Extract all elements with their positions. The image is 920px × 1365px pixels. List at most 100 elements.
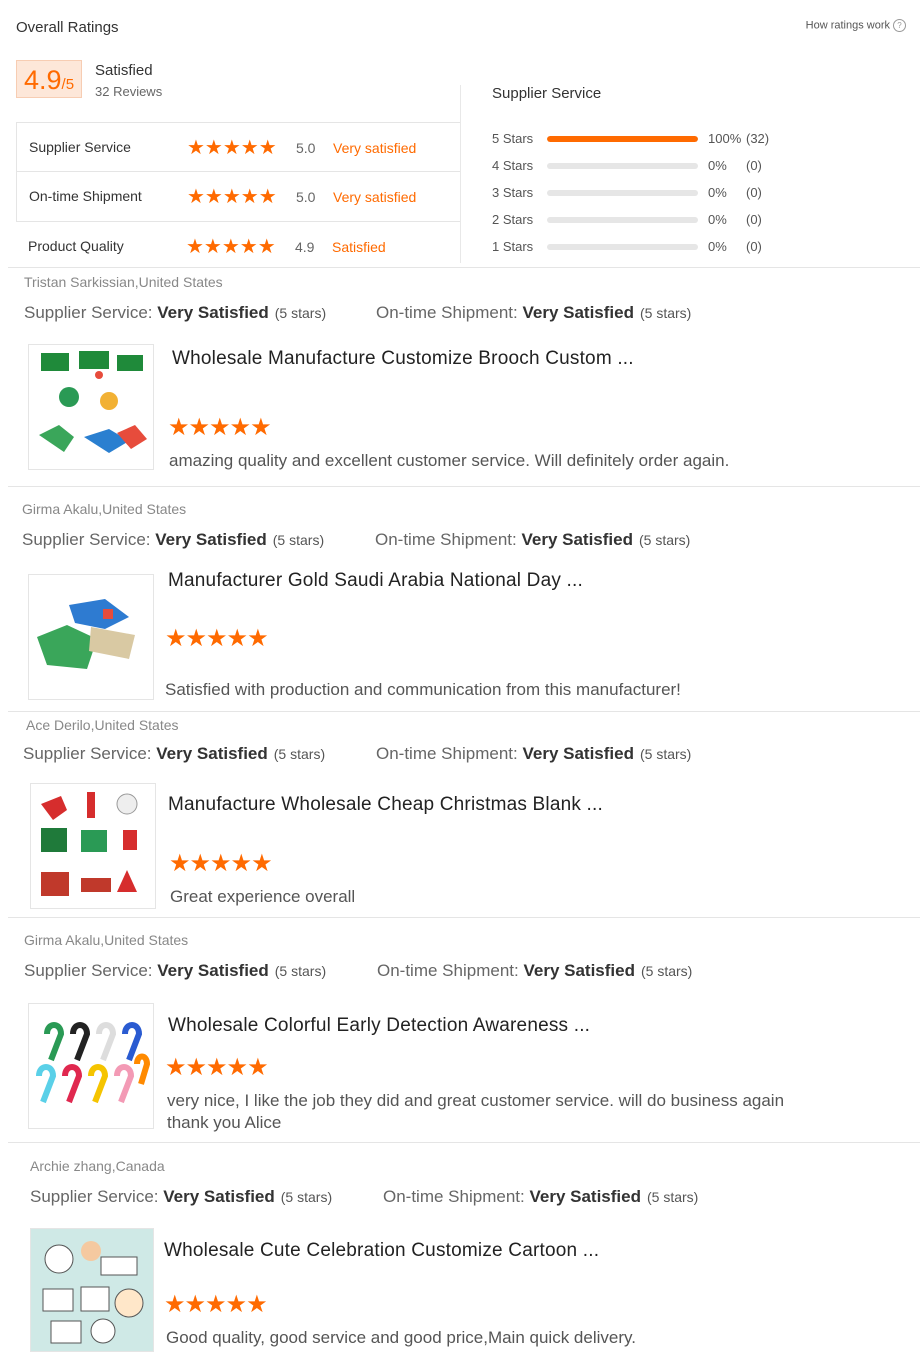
reviewer-name: Archie zhang,Canada: [30, 1158, 165, 1174]
rating-field-value: Very Satisfied: [163, 1187, 275, 1206]
distribution-row: 5 Stars 100% (32): [492, 129, 892, 149]
rating-field-stars: (5 stars): [273, 746, 326, 762]
on-time-shipment-rating: On-time Shipment: Very Satisfied (5 stars…: [377, 961, 692, 981]
star-level-label: 3 Stars: [492, 185, 534, 200]
category-ratings: Supplier Service ★★★★★ 5.0 Very satisfie…: [16, 122, 461, 272]
supplier-service-rating: Supplier Service: Very Satisfied (5 stars…: [30, 1187, 332, 1207]
how-ratings-work-link[interactable]: How ratings work?: [806, 19, 906, 32]
rating-score: 4.9: [295, 239, 315, 255]
divider: [460, 85, 461, 263]
product-thumbnail[interactable]: [28, 1003, 154, 1129]
star-rating: ★★★★★: [187, 137, 277, 159]
distribution-row: 2 Stars 0% (0): [492, 210, 892, 230]
rating-field-stars: (5 stars): [280, 1189, 333, 1205]
rating-score: 5.0: [296, 189, 316, 205]
star-rating: ★★★★★: [187, 186, 277, 208]
product-title-link[interactable]: Wholesale Cute Celebration Customize Car…: [164, 1240, 599, 1262]
product-title-link[interactable]: Manufacturer Gold Saudi Arabia National …: [168, 570, 583, 592]
reviewer-name: Girma Akalu,United States: [22, 501, 187, 517]
distribution-row: 4 Stars 0% (0): [492, 156, 892, 176]
star-level-label: 1 Stars: [492, 239, 534, 254]
rating-field-stars: (5 stars): [274, 963, 327, 979]
rating-field-stars: (5 stars): [638, 532, 691, 548]
rating-field-label: On-time Shipment:: [375, 530, 517, 549]
rating-field-value: Very Satisfied: [157, 961, 269, 980]
on-time-shipment-rating: On-time Shipment: Very Satisfied (5 stars…: [383, 1187, 698, 1207]
product-title-link[interactable]: Manufacture Wholesale Cheap Christmas Bl…: [168, 794, 603, 816]
on-time-shipment-rating: On-time Shipment: Very Satisfied (5 stars…: [376, 303, 691, 323]
product-title-link[interactable]: Wholesale Colorful Early Detection Aware…: [168, 1015, 590, 1037]
rating-field-stars: (5 stars): [639, 746, 692, 762]
review-star-rating: ★★★★★: [165, 1054, 269, 1081]
product-thumbnail[interactable]: [30, 783, 156, 909]
overall-score-badge: 4.9/5: [16, 60, 82, 98]
percent-label: 0%: [708, 212, 727, 227]
product-thumbnail[interactable]: [28, 344, 154, 470]
rating-score: 5.0: [296, 140, 316, 156]
rating-field-label: Supplier Service:: [22, 530, 151, 549]
rating-desc: Very satisfied: [333, 189, 417, 205]
overall-score: 4.9: [24, 65, 62, 95]
reviewer-name: Ace Derilo,United States: [26, 717, 179, 733]
review-divider: [8, 486, 920, 487]
supplier-service-rating: Supplier Service: Very Satisfied (5 stars…: [24, 961, 326, 981]
star-level-label: 2 Stars: [492, 212, 534, 227]
overall-satisfaction: Satisfied: [95, 62, 153, 79]
rating-field-value: Very Satisfied: [522, 303, 634, 322]
rating-field-stars: (5 stars): [272, 532, 325, 548]
progress-track: [547, 217, 698, 223]
count-label: (0): [746, 239, 762, 254]
percent-label: 0%: [708, 185, 727, 200]
rating-field-value: Very Satisfied: [155, 530, 267, 549]
product-thumbnail[interactable]: [30, 1228, 154, 1352]
on-time-shipment-rating: On-time Shipment: Very Satisfied (5 stars…: [375, 530, 690, 550]
review-divider: [8, 267, 920, 268]
reviewer-name: Tristan Sarkissian,United States: [24, 274, 223, 290]
rating-field-stars: (5 stars): [639, 305, 692, 321]
rating-label: Product Quality: [28, 238, 124, 254]
review-star-rating: ★★★★★: [165, 625, 269, 652]
rating-label: On-time Shipment: [29, 188, 142, 204]
rating-field-stars: (5 stars): [646, 1189, 699, 1205]
supplier-service-rating: Supplier Service: Very Satisfied (5 stars…: [23, 744, 325, 764]
review-star-rating: ★★★★★: [169, 850, 273, 877]
review-comment: Good quality, good service and good pric…: [166, 1328, 636, 1347]
distribution-row: 1 Stars 0% (0): [492, 237, 892, 257]
rating-field-value: Very Satisfied: [156, 744, 268, 763]
progress-fill: [547, 136, 698, 142]
overall-ratings-title: Overall Ratings: [16, 19, 119, 36]
progress-track: [547, 244, 698, 250]
rating-field-stars: (5 stars): [274, 305, 327, 321]
percent-label: 0%: [708, 239, 727, 254]
rating-label: Supplier Service: [29, 139, 131, 155]
rating-field-label: On-time Shipment:: [377, 961, 519, 980]
question-circle-icon: ?: [893, 19, 906, 32]
count-label: (0): [746, 158, 762, 173]
review-comment: Great experience overall: [170, 887, 356, 906]
rating-row-product-quality: Product Quality ★★★★★ 4.9 Satisfied: [16, 222, 461, 272]
review-divider: [8, 1142, 920, 1143]
progress-track: [547, 163, 698, 169]
how-ratings-work-label[interactable]: How ratings work: [806, 19, 890, 31]
review-comment: Satisfied with production and communicat…: [165, 680, 681, 699]
supplier-service-rating: Supplier Service: Very Satisfied (5 stars…: [22, 530, 324, 550]
review-star-rating: ★★★★★: [168, 414, 272, 441]
rating-field-label: On-time Shipment:: [376, 744, 518, 763]
count-label: (0): [746, 185, 762, 200]
percent-label: 100%: [708, 131, 742, 146]
star-rating: ★★★★★: [186, 236, 276, 258]
rating-field-value: Very Satisfied: [523, 961, 635, 980]
rating-field-value: Very Satisfied: [521, 530, 633, 549]
rating-field-label: Supplier Service:: [24, 961, 153, 980]
product-title-link[interactable]: Wholesale Manufacture Customize Brooch C…: [172, 348, 634, 370]
percent-label: 0%: [708, 158, 727, 173]
rating-field-stars: (5 stars): [640, 963, 693, 979]
supplier-service-rating: Supplier Service: Very Satisfied (5 stars…: [24, 303, 326, 323]
product-thumbnail[interactable]: [28, 574, 154, 700]
reviewer-name: Girma Akalu,United States: [24, 932, 189, 948]
rating-field-label: Supplier Service:: [23, 744, 152, 763]
review-divider: [8, 711, 920, 712]
rating-field-label: Supplier Service:: [30, 1187, 159, 1206]
rating-desc: Very satisfied: [333, 140, 417, 156]
on-time-shipment-rating: On-time Shipment: Very Satisfied (5 stars…: [376, 744, 691, 764]
